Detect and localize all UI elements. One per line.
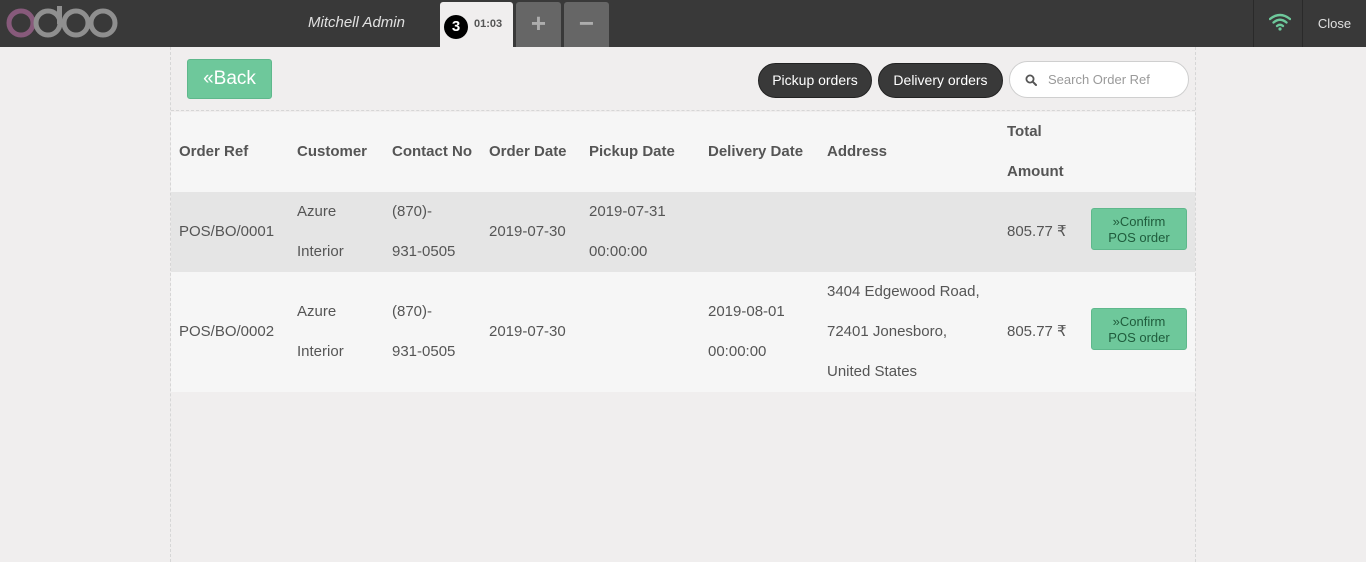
panel-header: «Back Pickup orders Delivery orders Sear… — [171, 47, 1195, 111]
contact-cell: (870)- — [392, 303, 433, 320]
pos-topbar: Mitchell Admin 3 01:03 + − Close — [0, 0, 1366, 47]
confirm-label-line2: POS order — [1108, 330, 1170, 345]
col-total-line2: Amount — [1007, 163, 1064, 180]
col-pickup-date: Pickup Date — [589, 143, 675, 160]
col-order-date: Order Date — [489, 143, 567, 160]
double-chevron-left-icon: « — [203, 68, 214, 89]
confirm-label: Confirm — [1119, 214, 1166, 229]
order-date-cell: 2019-07-30 — [489, 223, 566, 240]
booked-orders-panel: «Back Pickup orders Delivery orders Sear… — [170, 47, 1196, 562]
address-cell: 3404 Edgewood Road, — [827, 283, 980, 300]
double-chevron-right-icon: » — [1112, 214, 1120, 229]
cashier-name[interactable]: Mitchell Admin — [308, 14, 405, 31]
table-header: Order Ref Customer Contact No Order Date… — [171, 112, 1195, 192]
customer-cell-line2: Interior — [297, 243, 344, 260]
orders-table: Order Ref Customer Contact No Order Date… — [171, 112, 1195, 392]
delivery-orders-button[interactable]: Delivery orders — [878, 63, 1003, 98]
table-row[interactable]: POS/BO/0001 Azure Interior (870)- 931-05… — [171, 192, 1195, 272]
search-placeholder: Search Order Ref — [1048, 72, 1150, 87]
order-ref-cell: POS/BO/0001 — [179, 223, 275, 240]
delivery-date-cell: 2019-08-01 — [708, 303, 785, 320]
wifi-status[interactable] — [1253, 0, 1303, 47]
contact-cell-line2: 931-0505 — [392, 243, 456, 260]
total-amount-cell: 805.77 ₹ — [1007, 323, 1067, 340]
order-ref-cell: POS/BO/0002 — [179, 323, 275, 340]
pickup-time-cell: 00:00:00 — [589, 243, 648, 260]
order-date-cell: 2019-07-30 — [489, 323, 566, 340]
contact-cell-line2: 931-0505 — [392, 343, 456, 360]
double-chevron-right-icon: » — [1112, 314, 1120, 329]
confirm-label: Confirm — [1119, 314, 1166, 329]
col-customer: Customer — [297, 143, 368, 160]
customer-cell-line2: Interior — [297, 343, 344, 360]
col-delivery-date: Delivery Date — [708, 143, 804, 160]
confirm-label-line2: POS order — [1108, 230, 1170, 245]
confirm-pos-order-button[interactable]: »Confirm POS order — [1091, 308, 1187, 350]
back-label: Back — [213, 68, 256, 89]
order-time: 01:03 — [474, 18, 503, 30]
order-number-badge: 3 — [444, 15, 468, 39]
pickup-date-cell: 2019-07-31 — [589, 203, 666, 220]
pickup-orders-button[interactable]: Pickup orders — [758, 63, 872, 98]
address-cell-line2: 72401 Jonesboro, — [827, 323, 948, 340]
confirm-pos-order-button[interactable]: »Confirm POS order — [1091, 208, 1187, 250]
contact-cell: (870)- — [392, 203, 433, 220]
remove-order-button[interactable]: − — [564, 2, 609, 47]
add-order-button[interactable]: + — [516, 2, 561, 47]
col-total-line1: Total — [1007, 123, 1042, 140]
table-row[interactable]: POS/BO/0002 Azure Interior (870)- 931-05… — [171, 272, 1195, 392]
odoo-logo — [6, 6, 118, 38]
customer-cell: Azure — [297, 203, 337, 220]
customer-cell: Azure — [297, 303, 337, 320]
col-contact: Contact No — [392, 143, 472, 160]
search-icon — [1025, 74, 1037, 86]
delivery-time-cell: 00:00:00 — [708, 343, 767, 360]
total-amount-cell: 805.77 ₹ — [1007, 223, 1067, 240]
order-tab[interactable]: 3 01:03 — [440, 2, 513, 47]
close-button[interactable]: Close — [1303, 0, 1366, 47]
wifi-icon — [1269, 13, 1291, 31]
address-cell-line3: United States — [827, 363, 918, 380]
back-button[interactable]: «Back — [187, 59, 272, 99]
col-address: Address — [827, 143, 888, 160]
search-input[interactable]: Search Order Ref — [1009, 61, 1189, 98]
col-order-ref: Order Ref — [179, 143, 249, 160]
